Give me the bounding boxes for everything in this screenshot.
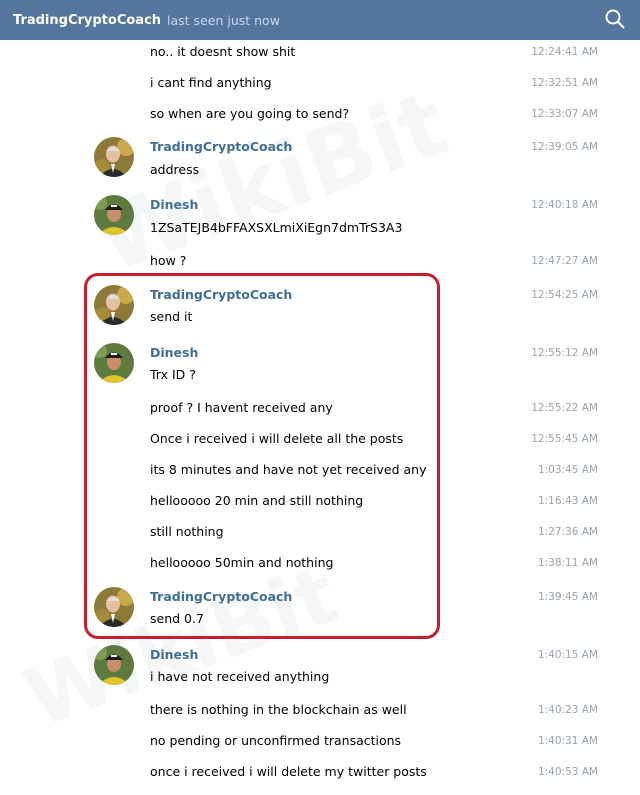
message-time: 1:38:11 AM [537,557,598,569]
message-list[interactable]: WikiBit WikiBit no.. it doesnt show shit… [0,40,640,795]
message-text: there is nothing in the blockchain as we… [150,702,407,717]
avatar-coach[interactable] [94,137,134,177]
message-text: so when are you going to send? [150,106,350,121]
message-time: 12:55:45 AM [531,433,598,445]
message-time: 1:40:23 AM [537,704,598,716]
message-text: how ? [150,253,187,268]
message-time: 12:33:07 AM [531,108,598,120]
message-time: 1:40:31 AM [537,735,598,747]
last-seen-status: last seen just now [167,12,280,28]
message-text: hellooooo 50min and nothing [150,555,334,570]
avatar-dinesh[interactable] [94,645,134,685]
chat-header: TradingCryptoCoach last seen just now [0,0,640,40]
avatar-dinesh[interactable] [94,343,134,383]
sender-name[interactable]: TradingCryptoCoach [150,287,292,302]
message-text: Once i received i will delete all the po… [150,431,404,446]
sender-name[interactable]: Dinesh [150,647,198,662]
message-time: 12:24:41 AM [531,46,598,58]
message-time: 12:40:18 AM [531,199,598,211]
message-text: hellooooo 20 min and still nothing [150,493,364,508]
message-time: 12:54:25 AM [531,289,598,301]
message-time: 1:03:45 AM [537,464,598,476]
message-time: 12:55:22 AM [531,402,598,414]
message-text: send it [150,309,193,324]
message-time: 1:27:36 AM [537,526,598,538]
message-time: 12:47:27 AM [531,255,598,267]
message-text: i cant find anything [150,75,272,90]
message-time: 1:40:15 AM [537,649,598,661]
message-text: once i received i will delete my twitter… [150,764,427,779]
message-text: address [150,162,200,177]
avatar-dinesh[interactable] [94,195,134,235]
message-text: 1ZSaTEJB4bFFAXSXLmiXiEgn7dmTrS3A3 [150,220,403,235]
message-text: still nothing [150,524,224,539]
avatar-coach[interactable] [94,587,134,627]
message-text: its 8 minutes and have not yet received … [150,462,427,477]
message-text: proof ? I havent received any [150,400,333,415]
message-text: i have not received anything [150,669,330,684]
message-time: 12:32:51 AM [531,77,598,89]
message-time: 1:39:45 AM [537,591,598,603]
search-icon[interactable] [604,8,626,30]
sender-name[interactable]: TradingCryptoCoach [150,139,292,154]
sender-name[interactable]: TradingCryptoCoach [150,589,292,604]
message-text: no pending or unconfirmed transactions [150,733,402,748]
watermark: WikiBit [82,71,461,294]
message-time: 12:55:12 AM [531,347,598,359]
contact-name[interactable]: TradingCryptoCoach [13,13,161,28]
sender-name[interactable]: Dinesh [150,345,198,360]
message-time: 1:40:53 AM [537,766,598,778]
message-time: 1:16:43 AM [537,495,598,507]
message-time: 12:39:05 AM [531,141,598,153]
avatar-coach[interactable] [94,285,134,325]
message-text: no.. it doesnt show shit [150,44,296,59]
message-text: send 0.7 [150,611,204,626]
sender-name[interactable]: Dinesh [150,197,198,212]
message-text: Trx ID ? [150,367,196,382]
